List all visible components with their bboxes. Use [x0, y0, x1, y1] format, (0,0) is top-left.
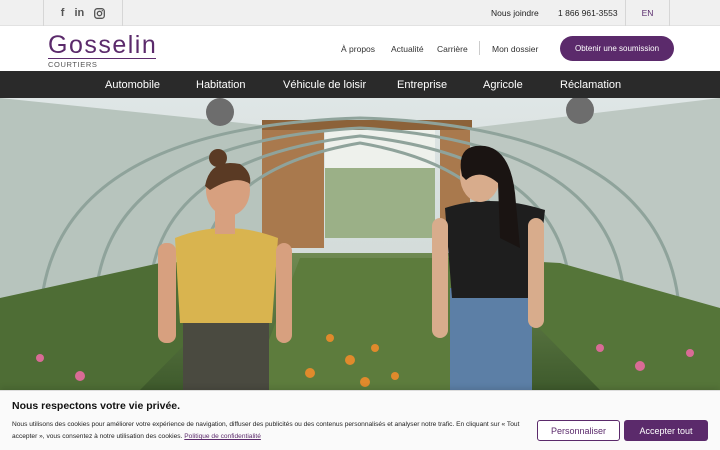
linkedin-icon[interactable]: in	[74, 7, 84, 19]
nav-divider	[479, 41, 480, 55]
nav-reclamation[interactable]: Réclamation	[560, 79, 621, 91]
nav-link-my-file[interactable]: Mon dossier	[492, 44, 538, 54]
nav-vehicule-loisir[interactable]: Véhicule de loisir	[283, 79, 366, 91]
language-switch[interactable]: EN	[625, 0, 670, 26]
instagram-icon[interactable]	[94, 7, 106, 19]
logo-name: Gosselin	[48, 31, 158, 59]
privacy-policy-link[interactable]: Politique de confidentialité	[184, 433, 261, 440]
nav-automobile[interactable]: Automobile	[105, 79, 160, 91]
social-links: f in	[43, 0, 123, 26]
cookie-message: Nous utilisons des cookies pour améliore…	[12, 421, 520, 440]
accept-all-button[interactable]: Accepter tout	[624, 420, 708, 441]
customize-cookies-button[interactable]: Personnaliser	[537, 420, 620, 441]
phone-link[interactable]: 1 866 961-3553	[558, 8, 618, 18]
cookie-banner: Nous respectons votre vie privée. Nous u…	[0, 390, 720, 450]
nav-entreprise[interactable]: Entreprise	[397, 79, 447, 91]
get-quote-button[interactable]: Obtenir une soumission	[560, 36, 674, 61]
top-utility-bar: f in Nous joindre 1 866 961-3553 EN	[0, 0, 720, 26]
nav-link-about[interactable]: À propos	[341, 44, 375, 54]
nav-link-news[interactable]: Actualité	[391, 44, 424, 54]
cookie-text: Nous utilisons des cookies pour améliore…	[12, 419, 524, 443]
facebook-icon[interactable]: f	[61, 7, 65, 19]
main-navigation: Automobile Habitation Véhicule de loisir…	[0, 71, 720, 98]
contact-link[interactable]: Nous joindre	[491, 8, 539, 18]
nav-habitation[interactable]: Habitation	[196, 79, 246, 91]
greenhouse-photo	[0, 98, 720, 390]
site-header: Gosselin COURTIERS D'ASSURANCES À propos…	[0, 26, 720, 78]
nav-agricole[interactable]: Agricole	[483, 79, 523, 91]
hero-image	[0, 98, 720, 390]
nav-link-careers[interactable]: Carrière	[437, 44, 468, 54]
cookie-title: Nous respectons votre vie privée.	[12, 400, 181, 412]
